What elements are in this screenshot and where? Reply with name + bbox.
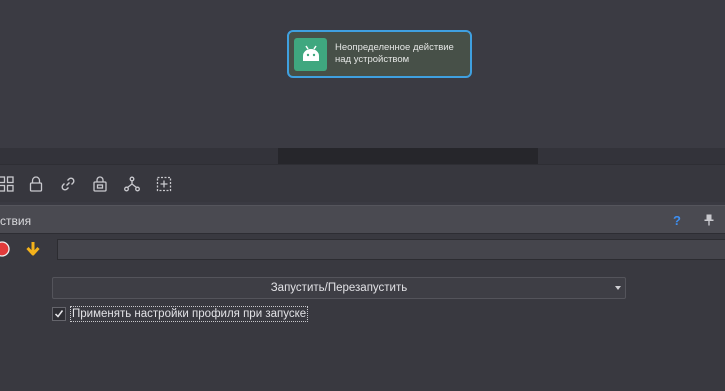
action-node[interactable]: Неопределенное действие над устройством [287,30,472,78]
action-name-input[interactable] [57,239,725,260]
mode-select[interactable]: Запустить/Перезапустить [52,277,626,299]
help-icon[interactable]: ? [669,211,685,229]
add-frame-icon[interactable] [154,174,174,194]
apply-profile-checkbox[interactable] [52,307,66,321]
dropdown-arrow-icon [615,286,621,290]
android-icon [294,37,327,71]
lock-icon[interactable] [26,174,46,194]
stop-icon[interactable] [0,241,10,257]
device-lock-icon[interactable] [90,174,110,194]
action-properties-panel: Запустить/Перезапустить Применять настро… [0,234,725,391]
apply-profile-label[interactable]: Применять настройки профиля при запуске [70,306,309,322]
scrollbar-thumb[interactable] [278,148,538,164]
node-label-line1: Неопределенное действие [335,42,454,53]
mode-select-value: Запустить/Перезапустить [270,282,408,294]
node-label: Неопределенное действие над устройством [335,42,454,66]
hierarchy-icon[interactable] [122,174,142,194]
horizontal-scrollbar[interactable] [0,148,725,164]
grid-icon[interactable] [0,174,16,194]
link-icon[interactable] [58,174,78,194]
panel-title: ствия [0,214,32,228]
pin-icon[interactable] [702,212,716,228]
toolbar [0,164,725,202]
arrow-down-icon[interactable] [24,240,42,258]
diagram-canvas[interactable]: Неопределенное действие над устройством [0,0,725,148]
panel-header: ствия ? [0,205,725,234]
node-label-line2: над устройством [335,54,410,65]
